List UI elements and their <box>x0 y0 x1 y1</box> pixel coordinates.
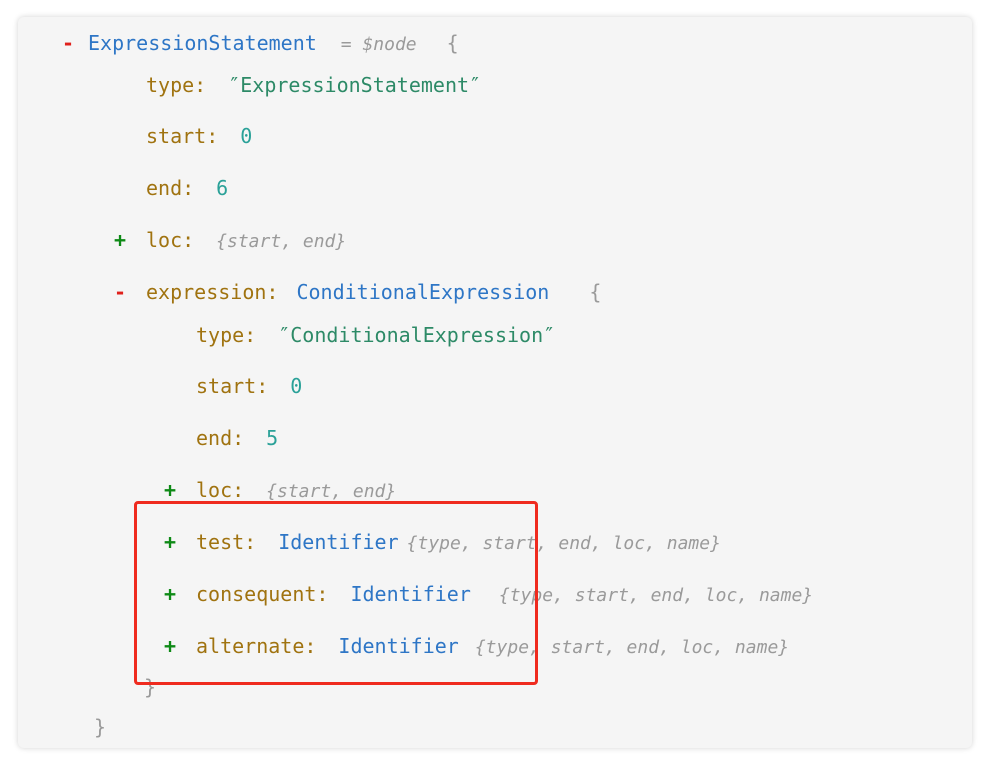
prop-key: loc: <box>146 228 195 252</box>
prop-type: type: ″ConditionalExpression″ <box>196 320 555 350</box>
prop-summary: {type, start, end, loc, name} <box>498 585 814 606</box>
prop-key: start: <box>146 124 219 148</box>
prop-summary: {start, end} <box>266 481 397 502</box>
prop-value: 0 <box>290 374 303 398</box>
node-expression-statement[interactable]: - ExpressionStatement = $node { <box>62 28 459 58</box>
node-expression[interactable]: - expression: ConditionalExpression { <box>114 277 601 307</box>
open-brace: { <box>589 280 602 304</box>
prop-key: end: <box>146 176 195 200</box>
prop-value: ″ConditionalExpression″ <box>278 323 556 347</box>
open-brace: { <box>446 31 459 55</box>
node-type-name: ConditionalExpression <box>296 280 550 304</box>
prop-type: type: ″ExpressionStatement″ <box>146 70 481 100</box>
prop-value: 0 <box>240 124 253 148</box>
prop-key: type: <box>196 323 257 347</box>
prop-loc[interactable]: + loc: {start, end} <box>114 225 346 255</box>
prop-value: 6 <box>216 176 229 200</box>
close-brace: } <box>94 712 106 742</box>
prop-start: start: 0 <box>196 371 302 401</box>
prop-start: start: 0 <box>146 121 252 151</box>
prop-summary: {start, end} <box>216 231 347 252</box>
prop-key: type: <box>146 73 207 97</box>
prop-key: loc: <box>196 478 245 502</box>
collapse-toggle[interactable]: - <box>114 277 146 307</box>
collapse-toggle[interactable]: - <box>62 28 88 58</box>
prop-value: 5 <box>266 426 279 450</box>
prop-value: ″ExpressionStatement″ <box>228 73 482 97</box>
prop-key: expression: <box>146 280 279 304</box>
prop-end: end: 6 <box>146 173 228 203</box>
prop-key: end: <box>196 426 245 450</box>
expand-toggle[interactable]: + <box>114 225 146 255</box>
brace-char: } <box>94 715 107 739</box>
node-type-name: ExpressionStatement <box>88 31 317 55</box>
node-alias: = $node <box>340 34 417 55</box>
prop-end: end: 5 <box>196 423 278 453</box>
highlight-box <box>134 501 538 685</box>
prop-key: start: <box>196 374 269 398</box>
